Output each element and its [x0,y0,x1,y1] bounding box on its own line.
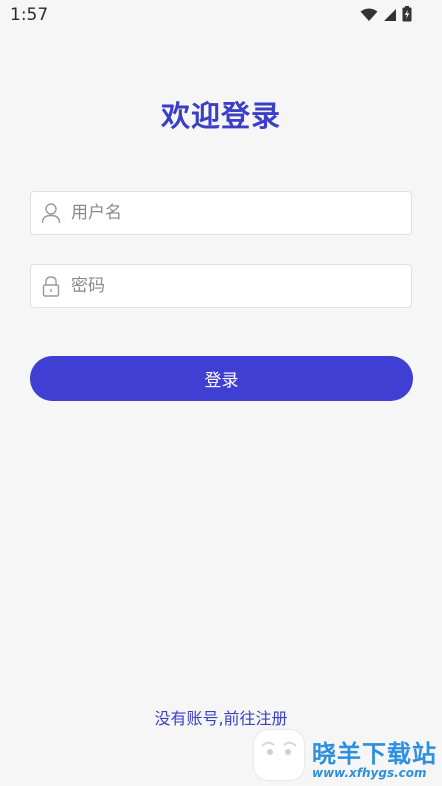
password-input[interactable] [69,264,411,308]
status-icons [360,6,412,26]
sheep-logo-icon [254,730,304,780]
wifi-icon [360,7,378,26]
username-field[interactable] [30,191,412,235]
battery-charging-icon [402,6,412,26]
lock-icon [41,275,61,297]
page-title: 欢迎登录 [160,99,281,133]
watermark-title: 晓羊下载站 [312,740,437,768]
watermark-url: www.xfhygs.com [312,766,427,780]
user-icon [41,202,61,224]
register-link[interactable]: 没有账号,前往注册 [0,705,442,729]
status-bar: 1:57 [0,0,442,30]
login-button[interactable]: 登录 [30,356,413,401]
status-time: 1:57 [10,5,49,25]
signal-icon [383,7,397,26]
password-field[interactable] [30,264,412,308]
username-input[interactable] [69,191,411,235]
watermark: 晓羊下载站 www.xfhygs.com [254,728,442,786]
